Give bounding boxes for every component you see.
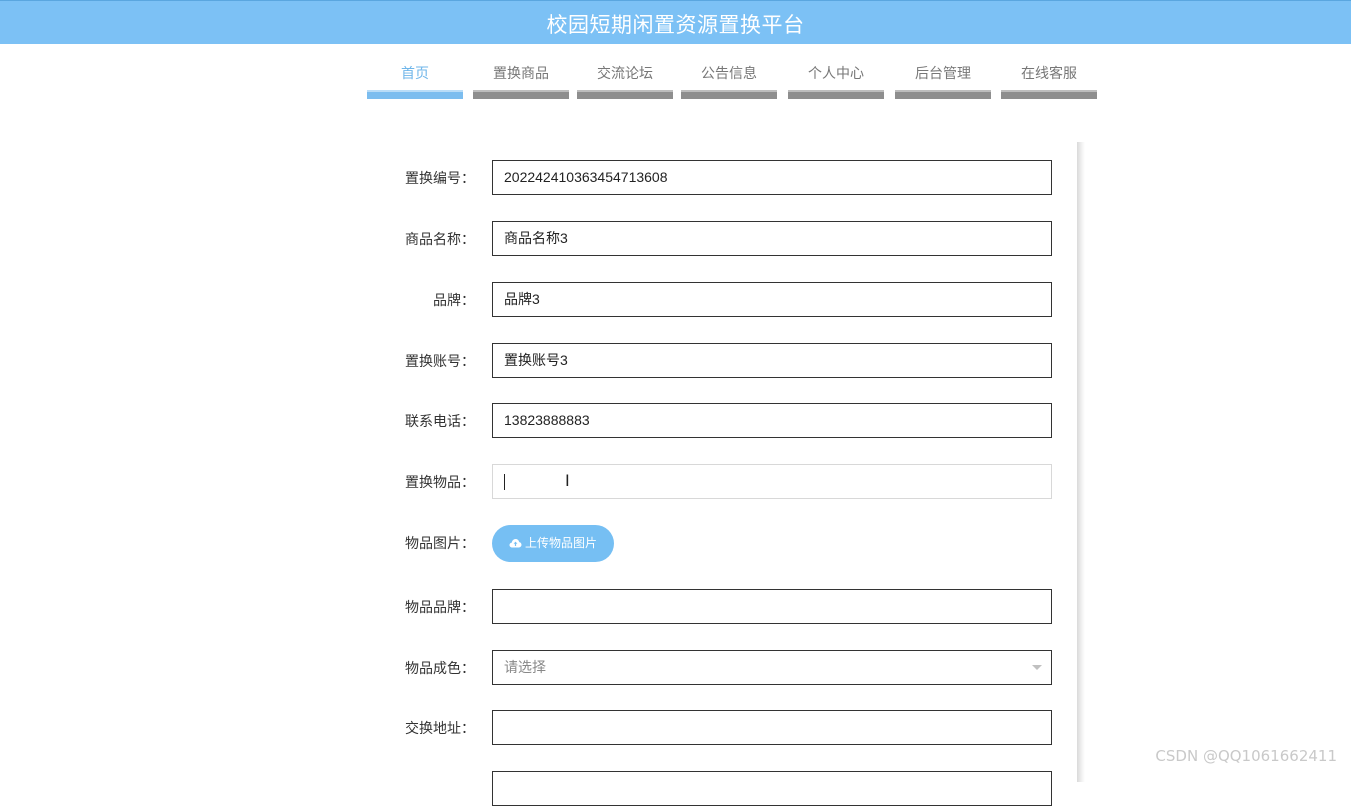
item-condition-placeholder: 请选择: [504, 659, 546, 675]
cloud-upload-icon: [509, 538, 522, 548]
item-brand-input[interactable]: [492, 589, 1052, 624]
phone-label: 联系电话：: [405, 413, 475, 429]
nav-underline: [1001, 90, 1097, 99]
nav-underline: [367, 90, 463, 99]
site-title: 校园短期闲置资源置换平台: [546, 14, 805, 37]
nav-label: 个人中心: [808, 65, 864, 81]
nav-label: 交流论坛: [597, 65, 653, 81]
nav-item-home[interactable]: 首页: [367, 62, 463, 100]
item-brand-label: 物品品牌：: [405, 599, 475, 615]
nav-item-online-service[interactable]: 在线客服: [1001, 62, 1097, 100]
ibeam-cursor-icon: I: [565, 471, 570, 490]
nav-underline: [681, 90, 777, 99]
nav-underline: [895, 90, 991, 99]
phone-input[interactable]: 13823888883: [492, 403, 1052, 438]
form-row-exchange-address: 交换地址：: [375, 710, 1075, 746]
brand-input[interactable]: 品牌3: [492, 282, 1052, 317]
exchange-item-input[interactable]: I: [492, 464, 1052, 499]
upload-image-button[interactable]: 上传物品图片: [492, 525, 614, 562]
upload-button-label: 上传物品图片: [524, 536, 597, 550]
form-row-product-name: 商品名称： 商品名称3: [375, 221, 1075, 257]
next-field-input[interactable]: [492, 771, 1052, 806]
exchange-address-input[interactable]: [492, 710, 1052, 745]
watermark-text: CSDN @QQ1061662411: [1155, 747, 1337, 765]
exchange-no-label: 置换编号：: [405, 170, 475, 186]
form-row-exchange-account: 置换账号： 置换账号3: [375, 343, 1075, 379]
nav-underline: [577, 90, 673, 99]
item-condition-label: 物品成色：: [405, 660, 475, 676]
form-row-item-condition: 物品成色： 请选择: [375, 650, 1075, 686]
nav-underline: [473, 90, 569, 99]
nav-underline: [788, 90, 884, 99]
exchange-no-input[interactable]: 2022424103634547136​08: [492, 160, 1052, 195]
top-header-bar: 校园短期闲置资源置换平台: [0, 0, 1351, 44]
form-row-phone: 联系电话： 13823888883: [375, 403, 1075, 439]
nav-item-admin[interactable]: 后台管理: [895, 62, 991, 100]
nav-item-exchange-goods[interactable]: 置换商品: [473, 62, 569, 100]
nav-label: 首页: [401, 65, 429, 81]
nav-item-forum[interactable]: 交流论坛: [577, 62, 673, 100]
chevron-down-icon: [1032, 665, 1042, 670]
nav-label: 后台管理: [915, 65, 971, 81]
product-name-input[interactable]: 商品名称3: [492, 221, 1052, 256]
nav-label: 公告信息: [701, 65, 757, 81]
product-name-label: 商品名称：: [405, 231, 475, 247]
form-row-item-image: 物品图片： 上传物品图片: [375, 525, 1075, 562]
nav-item-announcements[interactable]: 公告信息: [681, 62, 777, 100]
exchange-account-label: 置换账号：: [405, 353, 475, 369]
form-card-shadow: [1077, 142, 1085, 782]
form-row-next: [375, 771, 1075, 807]
form-row-item-brand: 物品品牌：: [375, 589, 1075, 625]
form-row-exchange-no: 置换编号： 2022424103634547136​08: [375, 160, 1075, 196]
nav-item-personal-center[interactable]: 个人中心: [788, 62, 884, 100]
exchange-account-input[interactable]: 置换账号3: [492, 343, 1052, 378]
item-condition-select[interactable]: 请选择: [492, 650, 1052, 685]
nav-label: 在线客服: [1021, 65, 1077, 81]
form-row-exchange-item: 置换物品： I: [375, 464, 1075, 500]
nav-label: 置换商品: [493, 65, 549, 81]
exchange-address-label: 交换地址：: [405, 720, 475, 736]
text-caret: [504, 474, 505, 490]
brand-label: 品牌：: [433, 292, 475, 308]
exchange-item-label: 置换物品：: [405, 474, 475, 490]
item-image-label: 物品图片：: [405, 535, 475, 551]
form-row-brand: 品牌： 品牌3: [375, 282, 1075, 318]
